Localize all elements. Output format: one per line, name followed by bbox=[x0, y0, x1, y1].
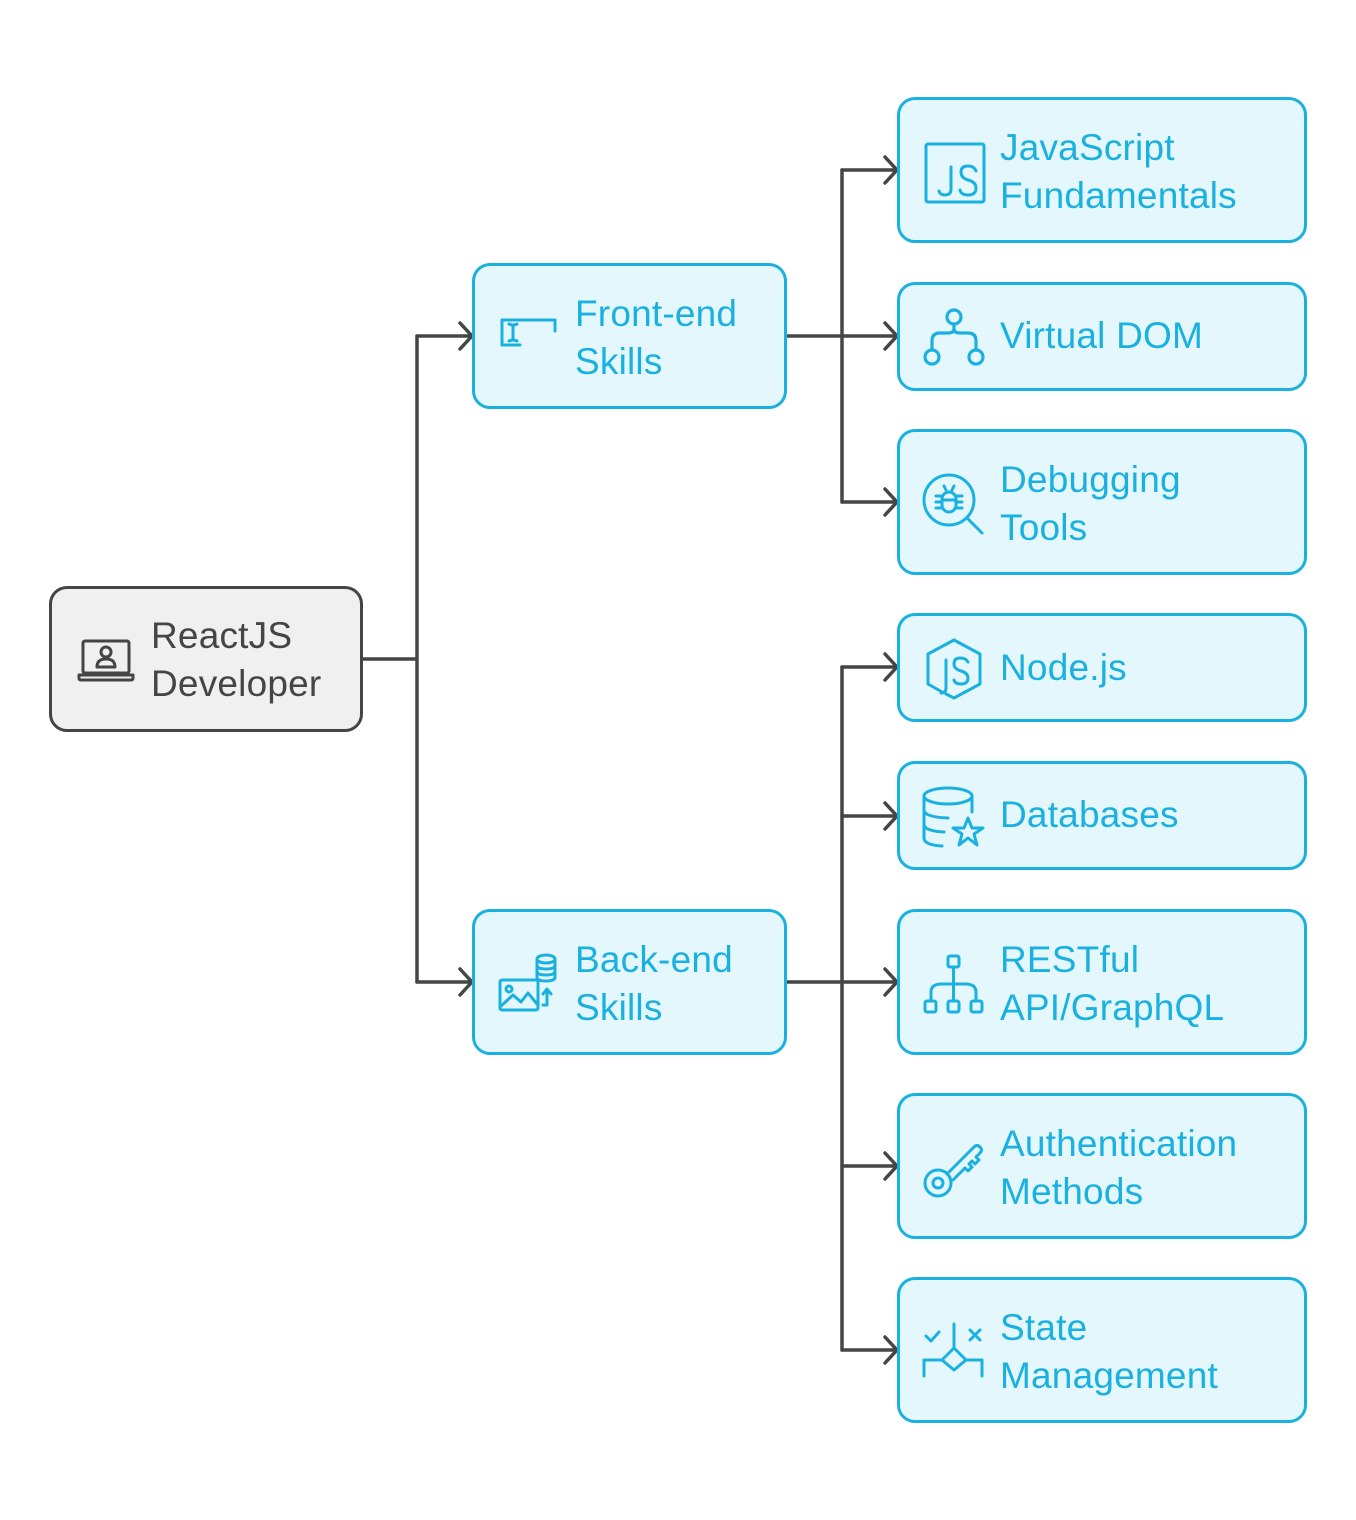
bug-search-icon bbox=[922, 472, 986, 536]
image-database-upload-icon bbox=[495, 950, 559, 1014]
connector-frontend-trunk bbox=[784, 168, 844, 504]
connector-backend-db bbox=[840, 801, 899, 831]
node-label: Virtual DOM bbox=[1000, 315, 1204, 356]
database-star-icon bbox=[922, 784, 986, 848]
laptop-user-icon bbox=[74, 627, 138, 691]
node-label: Node.js bbox=[1000, 647, 1127, 688]
connector-frontend-debug bbox=[840, 487, 899, 517]
node-authentication-methods[interactable]: Authentication Methods bbox=[897, 1093, 1307, 1239]
connector-frontend-vdom bbox=[840, 321, 899, 351]
node-label: Databases bbox=[1000, 794, 1179, 835]
text-cursor-frame-icon bbox=[495, 302, 559, 366]
tree-nodes-icon bbox=[922, 305, 986, 369]
node-label: Back-end Skills bbox=[575, 939, 733, 1028]
node-label: Authentication Methods bbox=[1000, 1123, 1238, 1212]
connector-backend-state bbox=[840, 1335, 899, 1365]
connector-backend-trunk bbox=[784, 665, 844, 1352]
node-label: RESTful API/GraphQL bbox=[1000, 939, 1225, 1028]
connector-root-backend bbox=[415, 967, 474, 997]
key-icon bbox=[922, 1136, 986, 1200]
connector-backend-auth bbox=[840, 1151, 899, 1181]
node-label: State Management bbox=[1000, 1307, 1218, 1396]
node-label: Debugging Tools bbox=[1000, 459, 1181, 548]
node-label: Front-end Skills bbox=[575, 293, 738, 382]
node-label: ReactJS Developer bbox=[151, 615, 322, 704]
node-back-end-skills[interactable]: Back-end Skills bbox=[472, 909, 787, 1055]
node-nodejs[interactable]: Node.js bbox=[897, 613, 1307, 722]
hierarchy-icon bbox=[922, 952, 986, 1016]
connector-frontend-js bbox=[840, 155, 899, 185]
node-label: JavaScript Fundamentals bbox=[1000, 127, 1237, 216]
node-debugging-tools[interactable]: Debugging Tools bbox=[897, 429, 1307, 575]
node-state-management[interactable]: State Management bbox=[897, 1277, 1307, 1423]
nodejs-hexagon-icon bbox=[922, 638, 986, 702]
js-square-icon bbox=[922, 140, 986, 204]
connector-root-frontend bbox=[415, 321, 474, 351]
node-databases[interactable]: Databases bbox=[897, 761, 1307, 870]
node-virtual-dom[interactable]: Virtual DOM bbox=[897, 282, 1307, 391]
connector-root-trunk bbox=[360, 334, 419, 984]
node-javascript-fundamentals[interactable]: JavaScript Fundamentals bbox=[897, 97, 1307, 243]
node-restful-api-graphql[interactable]: RESTful API/GraphQL bbox=[897, 909, 1307, 1055]
connector-backend-rest bbox=[840, 967, 899, 997]
node-front-end-skills[interactable]: Front-end Skills bbox=[472, 263, 787, 409]
connector-backend-node bbox=[840, 652, 899, 682]
state-branch-icon bbox=[922, 1320, 986, 1384]
node-reactjs-developer[interactable]: ReactJS Developer bbox=[49, 586, 363, 732]
